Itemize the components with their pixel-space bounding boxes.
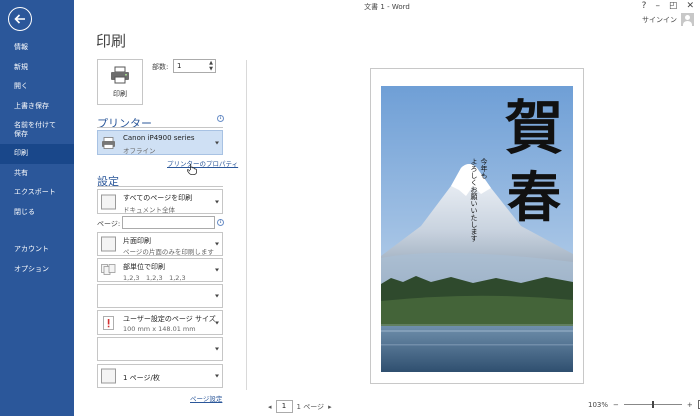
print-range-title: すべてのページを印刷 [123, 194, 193, 202]
printer-icon [111, 66, 129, 83]
chevron-down-icon [215, 321, 219, 324]
nav-export[interactable]: エクスポート [0, 183, 74, 203]
printer-properties-link[interactable]: プリンターのプロパティ [167, 158, 238, 168]
collate-icon [101, 264, 116, 275]
single-sided-icon [101, 236, 116, 252]
kanji-haru: 春 [507, 165, 561, 229]
print-range-dropdown[interactable]: すべてのページを印刷 ドキュメント全体 [97, 189, 223, 214]
chevron-down-icon [215, 268, 219, 272]
copies-input[interactable]: 1 ▲ ▼ [173, 59, 216, 73]
backstage-nav: 情報 新規 開く 上書き保存 名前を付けて 保存 印刷 共有 エクスポート 閉じ… [0, 38, 74, 279]
paper-size-dropdown[interactable]: ユーザー設定のページ サイズ 100 mm x 148.01 mm [97, 310, 223, 335]
minimize-icon[interactable]: – [655, 1, 660, 11]
nav-info[interactable]: 情報 [0, 38, 74, 58]
paper-size-subtitle: 100 mm x 148.01 mm [123, 325, 196, 333]
printer-name: Canon iP4900 series [123, 134, 195, 142]
nav-save-as-line2: 保存 [14, 130, 28, 138]
pages-label: ページ: [97, 220, 121, 228]
preview-divider [246, 60, 247, 390]
chevron-down-icon [215, 374, 219, 378]
back-arrow-icon[interactable] [8, 7, 32, 31]
chevron-down-icon [215, 200, 219, 203]
nav-close[interactable]: 閉じる [0, 203, 74, 223]
new-year-card-image: 賀 春 今年も よろしくお願いいたします [381, 86, 573, 372]
nav-open[interactable]: 開く [0, 77, 74, 97]
nav-share[interactable]: 共有 [0, 164, 74, 184]
nav-print[interactable]: 印刷 [0, 144, 74, 164]
chevron-down-icon [215, 141, 219, 144]
sides-subtitle: ページの片面のみを印刷します [123, 248, 214, 256]
nav-options[interactable]: オプション [0, 260, 74, 280]
page-setup-link[interactable]: ページ設定 [190, 393, 222, 403]
nav-save-as[interactable]: 名前を付けて 保存 [0, 116, 74, 144]
pages-input[interactable] [122, 216, 215, 229]
sides-dropdown[interactable]: 片面印刷 ページの片面のみを印刷します [97, 232, 223, 256]
pages-per-sheet-icon [101, 368, 116, 384]
window-controls: ? – ◰ ✕ [642, 1, 694, 11]
collation-title: 部単位で印刷 [123, 263, 165, 271]
collation-subtitle: 1,2,3 1,2,3 1,2,3 [123, 274, 186, 282]
zoom-control: 103% − + [588, 400, 700, 409]
printer-info-icon[interactable]: i [217, 115, 224, 122]
printer-status: オフライン [123, 147, 156, 155]
pages-per-sheet-dropdown[interactable]: 1 ページ/枚 [97, 364, 223, 388]
zoom-out-icon[interactable]: − [613, 401, 619, 409]
nav-new[interactable]: 新規 [0, 58, 74, 78]
printer-device-icon [102, 136, 115, 149]
printer-section-title: プリンター [97, 117, 152, 130]
printer-dropdown[interactable]: Canon iP4900 series オフライン [97, 130, 223, 155]
page-title: 印刷 [96, 32, 127, 50]
current-page-input[interactable]: 1 [275, 400, 293, 413]
print-button-label: 印刷 [113, 89, 127, 98]
greeting-line-2: よろしくお願いいたします [470, 158, 478, 242]
backstage-sidebar: 情報 新規 開く 上書き保存 名前を付けて 保存 印刷 共有 エクスポート 閉じ… [0, 0, 74, 416]
nav-account[interactable]: アカウント [0, 240, 74, 260]
orientation-dropdown[interactable] [97, 284, 223, 308]
avatar-icon [681, 13, 694, 26]
greeting-line-1: 今年も [480, 157, 488, 179]
kanji-ga: 賀 [505, 94, 563, 162]
previous-page-icon[interactable]: ◂ [268, 403, 272, 411]
total-pages: 1 ページ [296, 402, 325, 411]
print-range-subtitle: ドキュメント全体 [123, 206, 175, 214]
print-button[interactable]: 印刷 [97, 59, 143, 105]
restore-icon[interactable]: ◰ [669, 1, 678, 11]
margins-dropdown[interactable] [97, 337, 223, 361]
hand-cursor-icon [187, 164, 197, 175]
nav-save[interactable]: 上書き保存 [0, 97, 74, 117]
help-icon[interactable]: ? [642, 1, 647, 11]
chevron-down-icon [215, 347, 219, 351]
chevron-down-icon [215, 294, 219, 298]
warning-page-icon [103, 315, 114, 330]
copies-value: 1 [177, 62, 182, 70]
page-navigator: ◂ 1 1 ページ ▸ [268, 400, 332, 413]
collation-dropdown[interactable]: 部単位で印刷 1,2,3 1,2,3 1,2,3 [97, 258, 223, 282]
signin-link[interactable]: サインイン [642, 15, 677, 25]
zoom-slider[interactable] [623, 401, 682, 408]
close-icon[interactable]: ✕ [686, 1, 694, 11]
zoom-in-icon[interactable]: + [687, 401, 693, 409]
zoom-level[interactable]: 103% [588, 401, 608, 409]
chevron-down-icon [215, 242, 219, 246]
copies-label: 部数: [152, 63, 169, 71]
window-title: 文書 1 - Word [364, 3, 410, 11]
nav-save-as-line1: 名前を付けて [14, 121, 56, 129]
document-icon [101, 194, 116, 209]
sides-title: 片面印刷 [123, 237, 151, 245]
pages-info-icon[interactable]: i [217, 219, 224, 226]
pages-per-sheet-title: 1 ページ/枚 [123, 374, 160, 382]
copies-spinner-icon[interactable]: ▲ ▼ [209, 60, 213, 72]
next-page-icon[interactable]: ▸ [328, 403, 332, 411]
signin-area[interactable]: サインイン [642, 13, 694, 26]
paper-size-title: ユーザー設定のページ サイズ [123, 315, 216, 323]
